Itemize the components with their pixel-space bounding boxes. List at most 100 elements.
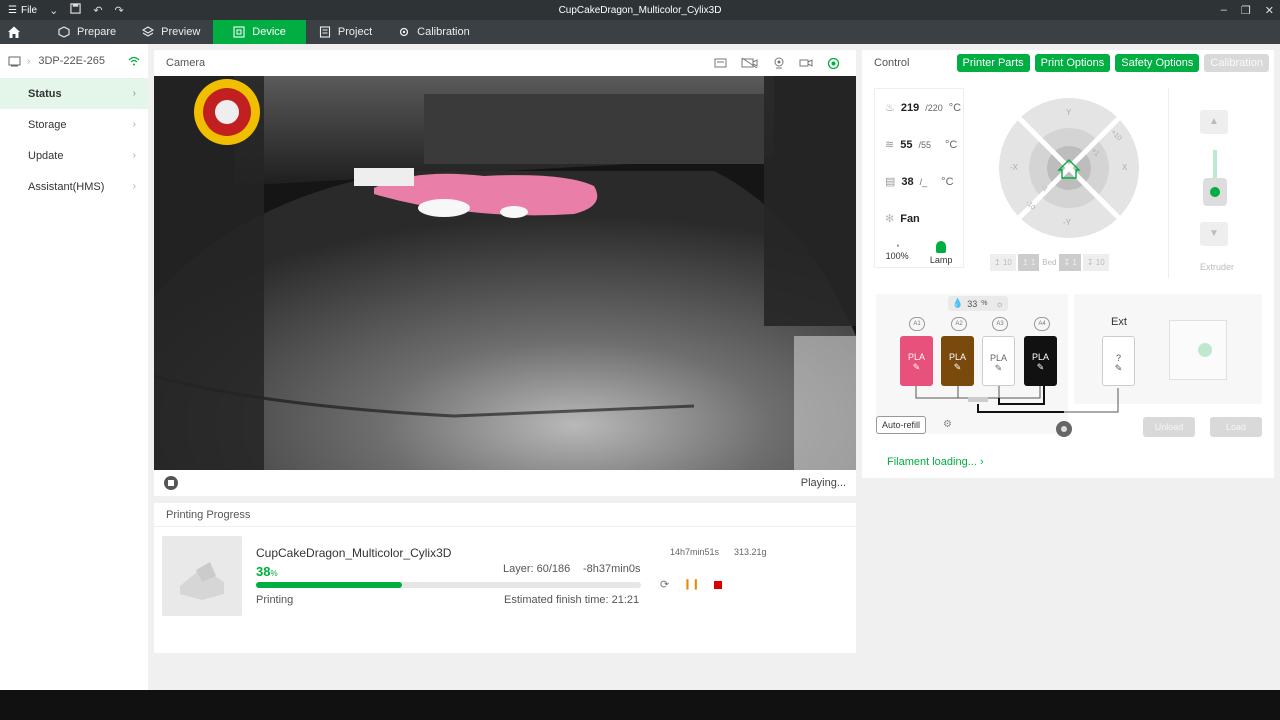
refresh-icon[interactable]: ⟳ xyxy=(660,578,669,591)
bed-label: Bed xyxy=(1042,258,1057,267)
lamp-icon xyxy=(936,241,947,253)
progress-title: Printing Progress xyxy=(154,503,856,527)
sidebar-item-storage[interactable]: Storage › xyxy=(0,109,148,140)
prepare-icon xyxy=(58,26,70,38)
home-button[interactable] xyxy=(0,20,28,44)
unload-button[interactable]: Unload xyxy=(1143,417,1195,437)
sidebar-item-update[interactable]: Update › xyxy=(0,140,148,171)
external-spool-panel: Ext ? ✎ xyxy=(1074,294,1262,404)
extruder-control: ▲ ▼ Extruder xyxy=(1168,88,1264,278)
device-icon xyxy=(233,26,245,38)
calibration-button[interactable]: Calibration xyxy=(1204,54,1269,72)
tab-project-label: Project xyxy=(337,26,373,38)
camera-panel: Camera Playing... xyxy=(154,50,856,496)
extruder-label: Extruder xyxy=(1199,262,1234,272)
load-button[interactable]: Load xyxy=(1210,417,1262,437)
print-options-button[interactable]: Print Options xyxy=(1034,54,1111,72)
sidebar-item-assistant[interactable]: Assistant(HMS) › xyxy=(0,171,148,202)
print-thumbnail xyxy=(162,536,242,616)
bed-up-1[interactable]: ↥ 1 xyxy=(1017,254,1040,271)
maximize-icon[interactable]: ❐ xyxy=(1241,4,1251,17)
jog-x-plus[interactable]: X xyxy=(1122,163,1127,172)
auto-refill-button[interactable]: Auto-refill xyxy=(876,416,927,434)
layer-info: Layer: 60/186 xyxy=(503,563,571,575)
ams-box-illustration xyxy=(1169,320,1227,380)
undo-icon[interactable]: ↶ xyxy=(93,4,102,17)
tab-preview-label: Preview xyxy=(161,26,201,38)
printing-progress-panel: Printing Progress CupCakeDragon_Multicol… xyxy=(154,503,856,653)
recording-off-icon[interactable] xyxy=(741,57,759,69)
camera-stop-button[interactable] xyxy=(164,476,178,490)
tab-prepare-label: Prepare xyxy=(77,26,117,38)
fan-control[interactable]: ✻ Fan xyxy=(875,200,963,237)
filament-weight: 313.21g xyxy=(734,547,767,557)
tab-calibration[interactable]: Calibration xyxy=(385,20,483,44)
preview-icon xyxy=(142,26,155,37)
remaining-time: -8h37min0s xyxy=(583,563,641,575)
pause-icon[interactable]: ❙❙ xyxy=(683,579,700,590)
bed-down-1[interactable]: ↧ 1 xyxy=(1059,254,1081,271)
tab-calibration-label: Calibration xyxy=(417,26,470,38)
device-name: 3DP-22E-265 xyxy=(38,55,105,67)
nozzle-temp[interactable]: ♨ 219/220 °C xyxy=(875,89,963,126)
chevron-right-icon: › xyxy=(132,181,136,192)
total-time: 14h7min51s xyxy=(670,547,720,557)
sidebar-item-label: Status xyxy=(28,87,62,100)
jog-y-minus[interactable]: -Y xyxy=(1063,218,1071,227)
minimize-icon[interactable]: – xyxy=(1221,4,1227,16)
speed-control[interactable]: ◔ 100% xyxy=(886,241,909,265)
bed-up-10[interactable]: ↥ 10 xyxy=(990,254,1016,271)
chevron-down-icon[interactable]: ⌄ xyxy=(49,4,58,17)
chamber-icon: ▤ xyxy=(885,176,896,188)
chevron-right-icon: › xyxy=(132,119,136,130)
tab-prepare[interactable]: Prepare xyxy=(45,20,129,44)
tab-device[interactable]: Device xyxy=(213,20,306,44)
camera-feed[interactable] xyxy=(154,76,856,470)
wifi-icon xyxy=(128,56,140,66)
jog-y-plus[interactable]: Y xyxy=(1066,108,1071,117)
print-status: Printing xyxy=(256,594,294,606)
sidebar-item-status[interactable]: Status › xyxy=(0,78,148,109)
nozzle-icon: ♨ xyxy=(885,102,895,114)
control-title: Control xyxy=(874,57,910,69)
bed-temp[interactable]: ≋ 55/55 °C xyxy=(875,126,963,163)
main-nav: Prepare Preview Device Project Calibrati… xyxy=(0,20,1280,44)
temperature-panel: ♨ 219/220 °C ≋ 55/55 °C ▤ 38/_ °C ✻ Fan ◔ 1… xyxy=(874,88,964,268)
file-menu[interactable]: ☰ File xyxy=(8,5,37,16)
home-icon xyxy=(8,26,20,38)
ams-panel: 💧 33% ☼ A1 A2 A3 A4 PLA ✎ PLA ✎ PLA ✎ PLA ✎ xyxy=(876,294,1068,434)
hamburger-icon: ☰ xyxy=(8,4,17,16)
bed-controls: ↥ 10 ↥ 1 Bed ↧ 1 ↧ 10 xyxy=(990,254,1109,271)
chevron-right-icon: › xyxy=(132,150,136,161)
tab-project[interactable]: Project xyxy=(306,20,385,44)
chevron-right-icon: › xyxy=(132,88,136,99)
camera-settings-icon[interactable] xyxy=(827,57,840,70)
extruder-down-button[interactable]: ▼ xyxy=(1200,222,1228,246)
sidebar-item-label: Storage xyxy=(28,118,67,131)
redo-icon[interactable]: ↷ xyxy=(115,4,124,17)
printer-parts-button[interactable]: Printer Parts xyxy=(956,54,1030,72)
safety-options-button[interactable]: Safety Options xyxy=(1115,54,1200,72)
lamp-toggle[interactable]: Lamp xyxy=(930,241,952,265)
tab-preview[interactable]: Preview xyxy=(129,20,213,44)
printer-icon xyxy=(8,56,21,66)
extruder-up-button[interactable]: ▲ xyxy=(1200,110,1228,134)
estimated-finish: Estimated finish time: 21:21 xyxy=(504,594,640,606)
progress-percent: 38% xyxy=(256,564,278,579)
webcam-icon[interactable] xyxy=(773,57,785,69)
jog-x-minus[interactable]: -X xyxy=(1010,163,1018,172)
calibration-icon xyxy=(399,27,409,37)
device-sidebar: › 3DP-22E-265 Status › Storage › Update … xyxy=(0,44,148,690)
save-icon[interactable] xyxy=(70,3,81,17)
close-icon[interactable]: ✕ xyxy=(1265,4,1274,17)
ams-settings-icon[interactable]: ⚙ xyxy=(943,419,952,430)
video-camera-icon[interactable] xyxy=(799,57,813,69)
bed-down-10[interactable]: ↧ 10 xyxy=(1082,254,1109,271)
stop-icon[interactable] xyxy=(713,580,722,589)
chevron-right-icon: › xyxy=(979,456,984,468)
timelapse-icon[interactable] xyxy=(714,57,727,69)
filament-path xyxy=(915,386,1064,413)
filament-loading-link[interactable]: Filament loading... › xyxy=(887,456,984,468)
ext-slot[interactable]: ? ✎ xyxy=(1102,336,1135,386)
device-selector[interactable]: › 3DP-22E-265 xyxy=(0,44,148,78)
